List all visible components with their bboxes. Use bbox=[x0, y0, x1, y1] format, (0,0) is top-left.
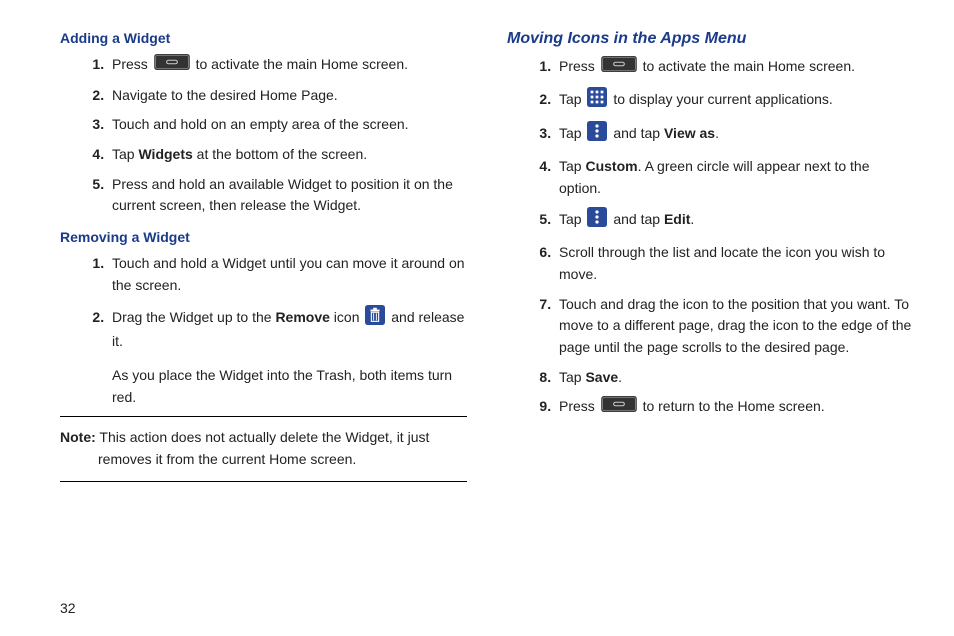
home-key-icon bbox=[601, 56, 637, 79]
text: to return to the Home screen. bbox=[639, 398, 825, 414]
step: Press to activate the main Home screen. bbox=[108, 54, 467, 77]
step: Press and hold an available Widget to po… bbox=[108, 174, 467, 217]
apps-grid-icon bbox=[587, 87, 607, 114]
text: Press bbox=[559, 58, 599, 74]
note-label: Note: bbox=[60, 429, 96, 445]
text: to display your current applications. bbox=[609, 91, 832, 107]
text: Press bbox=[559, 398, 599, 414]
page-columns: Adding a Widget Press to activate the ma… bbox=[60, 30, 914, 482]
text: Tap bbox=[559, 125, 585, 141]
step: Touch and hold on an empty area of the s… bbox=[108, 114, 467, 136]
text: icon bbox=[330, 309, 363, 325]
text: and tap bbox=[609, 125, 664, 141]
step: Press to return to the Home screen. bbox=[555, 396, 914, 419]
menu-dots-icon bbox=[587, 207, 607, 234]
step: Touch and hold a Widget until you can mo… bbox=[108, 253, 467, 296]
note-box: Note: This action does not actually dele… bbox=[60, 416, 467, 481]
heading-adding-widget: Adding a Widget bbox=[60, 30, 467, 46]
step: Tap and tap View as. bbox=[555, 121, 914, 148]
text: to activate the main Home screen. bbox=[192, 56, 408, 72]
step: Touch and drag the icon to the position … bbox=[555, 294, 914, 359]
step-trail: As you place the Widget into the Trash, … bbox=[108, 365, 467, 408]
note-text: This action does not actually delete the… bbox=[96, 429, 430, 467]
menu-dots-icon bbox=[587, 121, 607, 148]
text: Press bbox=[112, 56, 152, 72]
removing-widget-steps: Touch and hold a Widget until you can mo… bbox=[60, 253, 467, 353]
text: Tap bbox=[559, 91, 585, 107]
home-key-icon bbox=[601, 396, 637, 419]
step: Tap Widgets at the bottom of the screen. bbox=[108, 144, 467, 166]
text: Tap bbox=[559, 211, 585, 227]
text: Tap bbox=[559, 158, 585, 174]
left-column: Adding a Widget Press to activate the ma… bbox=[60, 30, 467, 482]
bold: View as bbox=[664, 125, 715, 141]
text: Tap bbox=[559, 369, 585, 385]
text: to activate the main Home screen. bbox=[639, 58, 855, 74]
step: Tap Custom. A green circle will appear n… bbox=[555, 156, 914, 199]
right-column: Moving Icons in the Apps Menu Press to a… bbox=[507, 30, 914, 482]
step: Scroll through the list and locate the i… bbox=[555, 242, 914, 285]
text: . bbox=[618, 369, 622, 385]
text: at the bottom of the screen. bbox=[193, 146, 367, 162]
bold: Edit bbox=[664, 211, 690, 227]
text: Tap bbox=[112, 146, 138, 162]
text: Drag the Widget up to the bbox=[112, 309, 275, 325]
step: Tap and tap Edit. bbox=[555, 207, 914, 234]
text: . bbox=[690, 211, 694, 227]
bold: Remove bbox=[275, 309, 329, 325]
page-number: 32 bbox=[60, 600, 76, 616]
step: Tap Save. bbox=[555, 367, 914, 389]
text: and tap bbox=[609, 211, 664, 227]
bold: Save bbox=[585, 369, 618, 385]
bold: Widgets bbox=[138, 146, 192, 162]
step: Press to activate the main Home screen. bbox=[555, 56, 914, 79]
heading-removing-widget: Removing a Widget bbox=[60, 229, 467, 245]
home-key-icon bbox=[154, 54, 190, 77]
bold: Custom bbox=[585, 158, 637, 174]
heading-moving-icons: Moving Icons in the Apps Menu bbox=[507, 30, 914, 48]
step: Drag the Widget up to the Remove icon an… bbox=[108, 305, 467, 353]
step: Navigate to the desired Home Page. bbox=[108, 85, 467, 107]
text: . bbox=[715, 125, 719, 141]
trash-icon bbox=[365, 305, 385, 332]
moving-icons-steps: Press to activate the main Home screen. … bbox=[507, 56, 914, 419]
adding-widget-steps: Press to activate the main Home screen. … bbox=[60, 54, 467, 217]
step: Tap to display your current applications… bbox=[555, 87, 914, 114]
